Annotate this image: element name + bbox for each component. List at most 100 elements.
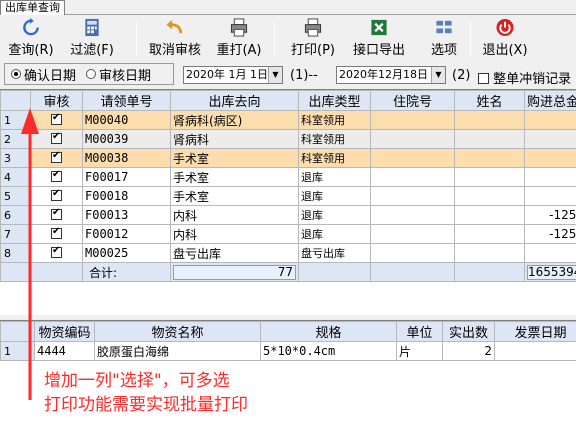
name-cell	[454, 186, 525, 206]
audit-checkbox-cell[interactable]	[30, 110, 83, 130]
reprint-button[interactable]: 重打(A)	[212, 18, 266, 60]
table-row[interactable]: 2 M00039肾病科科室领用	[0, 129, 576, 149]
col-header-material-code[interactable]: 物资编码	[34, 321, 95, 342]
row-number[interactable]: 5	[0, 186, 31, 206]
audit-checkbox-cell[interactable]	[30, 224, 83, 244]
table-row[interactable]: 3 M00038手术室科室领用	[0, 148, 576, 168]
cancel-audit-button[interactable]: 取消审核	[144, 18, 206, 60]
table-row[interactable]: 1 4444 胶原蛋白海绵 5*10*0.4cm 片 2	[0, 341, 576, 361]
radio-audit-date[interactable]: 审核日期	[86, 65, 151, 84]
options-button[interactable]: 选项	[426, 18, 462, 60]
radio-unselected-icon	[86, 69, 97, 79]
row-number[interactable]: 6	[0, 205, 31, 225]
col-header-unit[interactable]: 单位	[396, 321, 443, 342]
main-grid: 审核 请领单号 出库去向 出库类型 住院号 姓名 购进总金 1 M00040肾病科…	[0, 89, 576, 315]
window-tab[interactable]: 出库单查询	[0, 0, 65, 15]
col-header-purchase-amount[interactable]: 购进总金	[524, 90, 576, 111]
checkbox-icon[interactable]	[51, 245, 62, 258]
audit-checkbox-cell[interactable]	[30, 129, 83, 149]
inpatient-no-cell	[370, 186, 455, 206]
table-row[interactable]: 8M00025盘亏出库盘亏出库0	[0, 243, 576, 263]
col-header-spec[interactable]: 规格	[260, 321, 397, 342]
row-number[interactable]: 4	[0, 167, 31, 187]
printer-icon	[230, 18, 248, 37]
audit-checkbox-cell[interactable]	[30, 205, 83, 225]
date-from-picker[interactable]: 2020年 1月 1日 ▼	[183, 66, 283, 84]
inpatient-no-cell	[370, 167, 455, 187]
name-cell	[454, 224, 525, 244]
inpatient-no-cell	[370, 205, 455, 225]
destination-cell: 盘亏出库	[170, 243, 299, 263]
checkbox-icon[interactable]	[51, 112, 62, 125]
col-header-outbound-type[interactable]: 出库类型	[298, 90, 371, 111]
col-header-audit[interactable]: 审核	[30, 90, 83, 111]
row-header-corner	[0, 90, 31, 111]
col-header-invoice-date[interactable]: 发票日期	[494, 321, 576, 342]
col-header-destination[interactable]: 出库去向	[170, 90, 299, 111]
printer-icon	[304, 18, 322, 37]
col-header-qty[interactable]: 实出数	[442, 321, 495, 342]
row-number[interactable]: 8	[0, 243, 31, 263]
audit-checkbox-cell[interactable]	[30, 148, 83, 168]
audit-checkbox-cell[interactable]	[30, 186, 83, 206]
outbound-type-cell: 退库	[298, 186, 371, 206]
col-header-order-no[interactable]: 请领单号	[82, 90, 171, 111]
audit-checkbox-cell[interactable]	[30, 167, 83, 187]
table-row[interactable]: 1 M00040肾病科(病区)科室领用 7	[0, 110, 576, 130]
table-row[interactable]: 4 F00017手术室退库 -	[0, 167, 576, 187]
radio-audit-label: 审核日期	[99, 68, 152, 84]
annotation-line-2: 打印功能需要实现批量打印	[44, 395, 248, 415]
reversal-checkbox-label: 整单冲销记录	[493, 72, 572, 87]
dropdown-arrow-icon[interactable]: ▼	[431, 67, 445, 83]
date-type-radio-group: 确认日期 审核日期	[4, 63, 174, 85]
row-number[interactable]: 1	[0, 110, 31, 130]
undo-arrow-icon	[166, 19, 183, 34]
audit-checkbox-cell[interactable]	[30, 243, 83, 263]
table-row[interactable]: 6 F00013内科退库 -1253	[0, 205, 576, 225]
filter-label: 过滤(F)	[70, 43, 114, 58]
inpatient-no-cell	[370, 110, 455, 130]
checkbox-icon	[478, 73, 489, 84]
order-no-cell: F00017	[82, 167, 171, 187]
query-button[interactable]: 查询(R)	[6, 18, 56, 60]
options-label: 选项	[430, 43, 457, 58]
exit-button[interactable]: 退出(X)	[478, 18, 532, 60]
checkbox-icon[interactable]	[51, 131, 62, 144]
toolbar-separator	[274, 22, 275, 56]
toolbar-separator	[136, 22, 137, 56]
outbound-type-cell: 科室领用	[298, 129, 371, 149]
radio-selected-icon	[11, 69, 21, 79]
destination-cell: 手术室	[170, 186, 299, 206]
col-header-inpatient-no[interactable]: 住院号	[370, 90, 455, 111]
export-button[interactable]: 接口导出	[348, 18, 410, 60]
dropdown-arrow-icon[interactable]: ▼	[268, 67, 282, 83]
purchase-amount-cell: -1253	[524, 224, 576, 244]
checkbox-icon[interactable]	[51, 226, 62, 239]
row-number[interactable]: 1	[0, 341, 35, 361]
table-row[interactable]: 5 F00018手术室退库 -	[0, 186, 576, 206]
inpatient-no-cell	[370, 243, 455, 263]
purchase-amount-cell: -1253	[524, 205, 576, 225]
checkbox-icon[interactable]	[51, 207, 62, 220]
total-amount: 1655394	[527, 264, 576, 280]
total-label: 合计:	[82, 262, 171, 282]
col-header-name[interactable]: 姓名	[454, 90, 525, 111]
checkbox-icon[interactable]	[51, 188, 62, 201]
checkbox-icon[interactable]	[51, 150, 62, 163]
destination-cell: 手术室	[170, 167, 299, 187]
date-to-picker[interactable]: 2020年12月18日 ▼	[336, 66, 446, 84]
radio-confirm-date[interactable]: 确认日期	[11, 65, 76, 84]
print-button[interactable]: 打印(P)	[286, 18, 340, 60]
row-number[interactable]: 2	[0, 129, 31, 149]
table-row[interactable]: 7 F00012内科退库 -1253	[0, 224, 576, 244]
order-no-cell: F00013	[82, 205, 171, 225]
checkbox-icon[interactable]	[51, 169, 62, 182]
row-header-corner	[0, 321, 35, 342]
reversal-checkbox[interactable]: 整单冲销记录	[478, 68, 571, 87]
material-code-cell: 4444	[34, 341, 95, 361]
name-cell	[454, 110, 525, 130]
row-number[interactable]: 3	[0, 148, 31, 168]
row-number[interactable]: 7	[0, 224, 31, 244]
filter-button[interactable]: 过滤(F)	[64, 18, 120, 60]
col-header-material-name[interactable]: 物资名称	[94, 321, 261, 342]
